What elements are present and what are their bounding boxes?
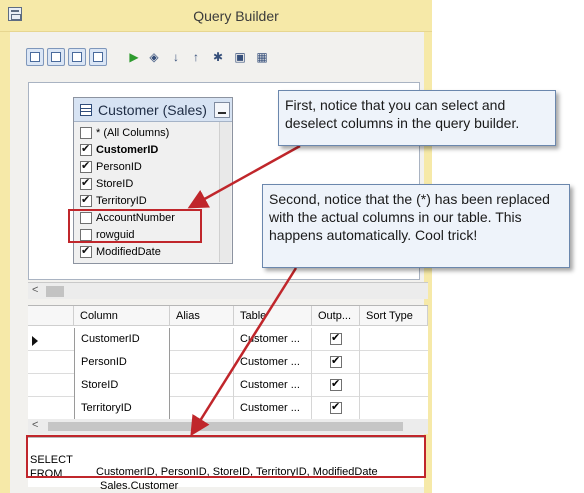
scrollbar-thumb[interactable]: [46, 286, 64, 297]
callout-second: Second, notice that the (*) has been rep…: [262, 184, 570, 268]
column-checkbox[interactable]: [80, 142, 92, 156]
grid-cell-column[interactable]: CustomerID: [74, 328, 170, 351]
column-row-storeid[interactable]: StoreID: [77, 176, 207, 193]
scroll-left-icon[interactable]: <: [32, 419, 38, 431]
column-row-all[interactable]: * (All Columns): [77, 125, 207, 142]
column-checkbox[interactable]: [80, 193, 92, 207]
grid-header-column[interactable]: Column: [74, 306, 170, 326]
table-title: Customer (Sales): [98, 102, 207, 118]
output-checkbox[interactable]: [330, 331, 342, 345]
sql-icon: [72, 52, 82, 62]
grid-header-table[interactable]: Table: [234, 306, 312, 326]
verify-sql-icon: ◈: [149, 50, 159, 64]
add-table-icon: ▦: [256, 50, 268, 64]
column-label: CustomerID: [96, 144, 159, 156]
column-checkbox[interactable]: [80, 127, 92, 139]
column-label: StoreID: [96, 178, 134, 190]
criteria-grid[interactable]: Column Alias Table Outp... Sort Type Cus…: [28, 305, 428, 422]
grid-cell-column[interactable]: TerritoryID: [74, 397, 170, 420]
grid-cell-table[interactable]: Customer ...: [234, 397, 312, 420]
row-selector-header: [28, 306, 74, 326]
grid-cell-table[interactable]: Customer ...: [234, 374, 312, 397]
sort-descending-button[interactable]: ↑: [188, 49, 204, 65]
diagram-pane-icon: [30, 52, 40, 62]
output-checkbox[interactable]: [330, 377, 342, 391]
output-checkbox[interactable]: [330, 354, 342, 368]
column-checkbox[interactable]: [80, 159, 92, 173]
column-row-territoryid[interactable]: TerritoryID: [77, 193, 207, 210]
group-by-button[interactable]: ▣: [232, 49, 248, 65]
highlight-sql-statement: [26, 435, 426, 478]
column-label: PersonID: [96, 161, 142, 173]
title-bar: Query Builder: [0, 0, 432, 32]
grid-cell-table[interactable]: Customer ...: [234, 351, 312, 374]
filter-icon: ✱: [212, 50, 224, 64]
remove-filter-button[interactable]: ✱: [210, 49, 226, 65]
callout-first: First, notice that you can select and de…: [278, 90, 556, 146]
grid-cell-alias[interactable]: [170, 351, 234, 374]
sort-ascending-icon: ↓: [173, 50, 179, 64]
grid-cell-alias[interactable]: [170, 328, 234, 351]
column-label: * (All Columns): [96, 127, 170, 139]
sort-descending-icon: ↑: [193, 50, 199, 64]
column-label: TerritoryID: [96, 195, 147, 207]
play-icon: ▶: [129, 50, 139, 64]
sort-ascending-button[interactable]: ↓: [168, 49, 184, 65]
grid-header-sort-type[interactable]: Sort Type: [360, 306, 428, 326]
minimize-table-button[interactable]: [214, 102, 230, 118]
sql-pane-toggle-button[interactable]: [68, 48, 86, 66]
verify-sql-button[interactable]: ◈: [146, 49, 162, 65]
table-scrollbar[interactable]: [219, 122, 231, 262]
diagram-pane-toggle-button[interactable]: [26, 48, 44, 66]
add-table-button[interactable]: ▦: [254, 49, 270, 65]
grid-header-alias[interactable]: Alias: [170, 306, 234, 326]
table-row[interactable]: StoreID Customer ...: [28, 374, 428, 397]
results-pane-toggle-button[interactable]: [89, 48, 107, 66]
execute-button[interactable]: ▶: [126, 49, 142, 65]
table-icon: [80, 104, 92, 116]
grid-cell-table[interactable]: Customer ...: [234, 328, 312, 351]
column-row-customerid[interactable]: CustomerID: [77, 142, 207, 159]
grid-cell-column[interactable]: StoreID: [74, 374, 170, 397]
grid-cell-alias[interactable]: [170, 374, 234, 397]
grid-horizontal-scrollbar[interactable]: <: [28, 419, 428, 434]
column-label: ModifiedDate: [96, 246, 161, 258]
criteria-pane-toggle-button[interactable]: [47, 48, 65, 66]
column-row-personid[interactable]: PersonID: [77, 159, 207, 176]
group-by-icon: ▣: [234, 50, 246, 64]
grid-icon: [51, 52, 61, 62]
scrollbar-thumb[interactable]: [48, 422, 403, 431]
table-row[interactable]: PersonID Customer ...: [28, 351, 428, 374]
table-header[interactable]: Customer (Sales): [74, 98, 232, 122]
highlight-deselected-columns: [68, 209, 202, 243]
column-checkbox[interactable]: [80, 176, 92, 190]
output-checkbox[interactable]: [330, 400, 342, 414]
results-icon: [93, 52, 103, 62]
diagram-horizontal-scrollbar[interactable]: <: [28, 282, 428, 299]
grid-header-output[interactable]: Outp...: [312, 306, 360, 326]
table-row[interactable]: CustomerID Customer ...: [28, 328, 428, 351]
toolbar: ▶ ◈ ↓ ↑ ✱ ▣ ▦: [22, 46, 422, 72]
grid-cell-column[interactable]: PersonID: [74, 351, 170, 374]
scroll-left-icon[interactable]: <: [32, 284, 38, 296]
column-checkbox[interactable]: [80, 244, 92, 258]
column-row-modifieddate[interactable]: ModifiedDate: [77, 244, 207, 261]
window-title: Query Builder: [193, 8, 279, 24]
sql-from-table: Sales.Customer: [100, 480, 179, 492]
table-row[interactable]: TerritoryID Customer ...: [28, 397, 428, 420]
grid-cell-alias[interactable]: [170, 397, 234, 420]
window-frame-left: [0, 32, 10, 493]
